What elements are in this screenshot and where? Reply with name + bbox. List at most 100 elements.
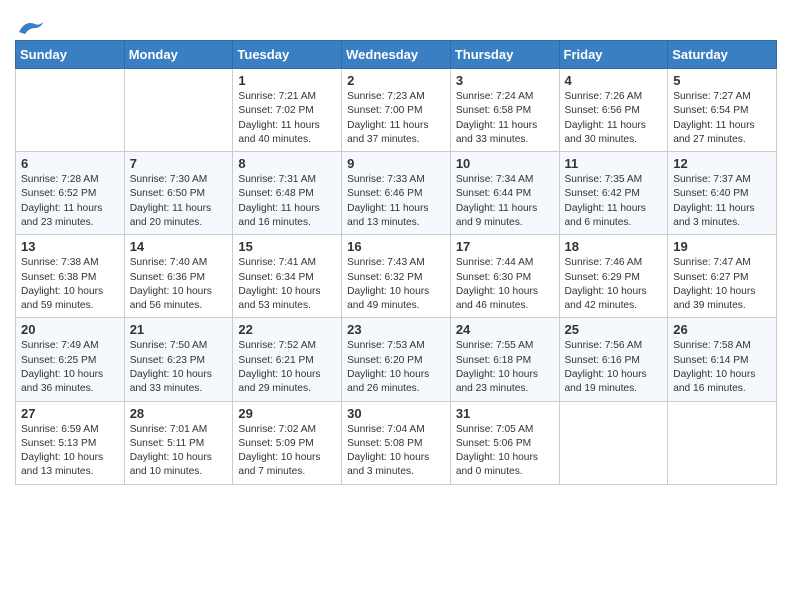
- day-details: Sunrise: 7:52 AM Sunset: 6:21 PM Dayligh…: [238, 339, 336, 396]
- day-details: Sunrise: 7:34 AM Sunset: 6:44 PM Dayligh…: [456, 173, 554, 230]
- day-details: Sunrise: 7:26 AM Sunset: 6:56 PM Dayligh…: [565, 90, 663, 147]
- day-number: 8: [238, 156, 336, 171]
- day-number: 3: [456, 73, 554, 88]
- logo-bird-icon: [17, 16, 45, 38]
- calendar-cell: 4Sunrise: 7:26 AM Sunset: 6:56 PM Daylig…: [559, 69, 668, 152]
- calendar-cell: [16, 69, 125, 152]
- day-details: Sunrise: 7:02 AM Sunset: 5:09 PM Dayligh…: [238, 423, 336, 480]
- day-details: Sunrise: 7:41 AM Sunset: 6:34 PM Dayligh…: [238, 256, 336, 313]
- day-number: 5: [673, 73, 771, 88]
- day-details: Sunrise: 7:56 AM Sunset: 6:16 PM Dayligh…: [565, 339, 663, 396]
- day-number: 20: [21, 322, 119, 337]
- calendar-cell: 6 Sunrise: 7:28 AM Sunset: 6:52 PM Daylig…: [16, 152, 125, 235]
- day-details: Sunrise: 7:01 AM Sunset: 5:11 PM Dayligh…: [130, 423, 228, 480]
- calendar-cell: 3 Sunrise: 7:24 AM Sunset: 6:58 PM Daylig…: [450, 69, 559, 152]
- day-details: Sunrise: 7:21 AM Sunset: 7:02 PM Dayligh…: [238, 90, 336, 147]
- day-details: Sunrise: 7:40 AM Sunset: 6:36 PM Dayligh…: [130, 256, 228, 313]
- day-number: 9: [347, 156, 445, 171]
- day-details: Sunrise: 7:33 AM Sunset: 6:46 PM Dayligh…: [347, 173, 445, 230]
- day-number: 24: [456, 322, 554, 337]
- calendar-week-4: 20 Sunrise: 7:49 AM Sunset: 6:25 PM Dayli…: [16, 318, 777, 401]
- day-details: Sunrise: 7:04 AM Sunset: 5:08 PM Dayligh…: [347, 423, 445, 480]
- calendar-cell: 28 Sunrise: 7:01 AM Sunset: 5:11 PM Dayli…: [124, 401, 233, 484]
- day-number: 25: [565, 322, 663, 337]
- day-details: Sunrise: 7:30 AM Sunset: 6:50 PM Dayligh…: [130, 173, 228, 230]
- calendar-cell: 8 Sunrise: 7:31 AM Sunset: 6:48 PM Daylig…: [233, 152, 342, 235]
- day-details: Sunrise: 6:59 AM Sunset: 5:13 PM Dayligh…: [21, 423, 119, 480]
- day-number: 17: [456, 239, 554, 254]
- weekday-header-wednesday: Wednesday: [342, 41, 451, 69]
- calendar-week-2: 6 Sunrise: 7:28 AM Sunset: 6:52 PM Daylig…: [16, 152, 777, 235]
- weekday-header-sunday: Sunday: [16, 41, 125, 69]
- calendar-cell: 22 Sunrise: 7:52 AM Sunset: 6:21 PM Dayli…: [233, 318, 342, 401]
- calendar-cell: 25 Sunrise: 7:56 AM Sunset: 6:16 PM Dayli…: [559, 318, 668, 401]
- calendar-cell: 16 Sunrise: 7:43 AM Sunset: 6:32 PM Dayli…: [342, 235, 451, 318]
- day-number: 16: [347, 239, 445, 254]
- day-details: Sunrise: 7:24 AM Sunset: 6:58 PM Dayligh…: [456, 90, 554, 147]
- day-number: 2: [347, 73, 445, 88]
- calendar-cell: 9 Sunrise: 7:33 AM Sunset: 6:46 PM Daylig…: [342, 152, 451, 235]
- day-details: Sunrise: 7:27 AM Sunset: 6:54 PM Dayligh…: [673, 90, 771, 147]
- calendar-cell: 29 Sunrise: 7:02 AM Sunset: 5:09 PM Dayli…: [233, 401, 342, 484]
- calendar-cell: 24 Sunrise: 7:55 AM Sunset: 6:18 PM Dayli…: [450, 318, 559, 401]
- day-number: 21: [130, 322, 228, 337]
- weekday-header-row: SundayMondayTuesdayWednesdayThursdayFrid…: [16, 41, 777, 69]
- calendar-week-3: 13 Sunrise: 7:38 AM Sunset: 6:38 PM Dayli…: [16, 235, 777, 318]
- calendar-cell: 18 Sunrise: 7:46 AM Sunset: 6:29 PM Dayli…: [559, 235, 668, 318]
- day-number: 18: [565, 239, 663, 254]
- weekday-header-friday: Friday: [559, 41, 668, 69]
- day-details: Sunrise: 7:55 AM Sunset: 6:18 PM Dayligh…: [456, 339, 554, 396]
- day-number: 14: [130, 239, 228, 254]
- day-number: 6: [21, 156, 119, 171]
- day-details: Sunrise: 7:44 AM Sunset: 6:30 PM Dayligh…: [456, 256, 554, 313]
- day-details: Sunrise: 7:47 AM Sunset: 6:27 PM Dayligh…: [673, 256, 771, 313]
- calendar-cell: 2 Sunrise: 7:23 AM Sunset: 7:00 PM Daylig…: [342, 69, 451, 152]
- day-number: 29: [238, 406, 336, 421]
- day-number: 19: [673, 239, 771, 254]
- day-number: 28: [130, 406, 228, 421]
- day-details: Sunrise: 7:58 AM Sunset: 6:14 PM Dayligh…: [673, 339, 771, 396]
- day-number: 30: [347, 406, 445, 421]
- day-number: 31: [456, 406, 554, 421]
- day-number: 26: [673, 322, 771, 337]
- day-number: 23: [347, 322, 445, 337]
- day-number: 22: [238, 322, 336, 337]
- day-details: Sunrise: 7:35 AM Sunset: 6:42 PM Dayligh…: [565, 173, 663, 230]
- day-details: Sunrise: 7:31 AM Sunset: 6:48 PM Dayligh…: [238, 173, 336, 230]
- day-number: 10: [456, 156, 554, 171]
- calendar-cell: 15Sunrise: 7:41 AM Sunset: 6:34 PM Dayli…: [233, 235, 342, 318]
- calendar-cell: [559, 401, 668, 484]
- calendar-cell: 10 Sunrise: 7:34 AM Sunset: 6:44 PM Dayli…: [450, 152, 559, 235]
- calendar-cell: 17 Sunrise: 7:44 AM Sunset: 6:30 PM Dayli…: [450, 235, 559, 318]
- day-number: 27: [21, 406, 119, 421]
- calendar-cell: 19 Sunrise: 7:47 AM Sunset: 6:27 PM Dayli…: [668, 235, 777, 318]
- day-details: Sunrise: 7:49 AM Sunset: 6:25 PM Dayligh…: [21, 339, 119, 396]
- day-details: Sunrise: 7:23 AM Sunset: 7:00 PM Dayligh…: [347, 90, 445, 147]
- day-number: 11: [565, 156, 663, 171]
- calendar-table: SundayMondayTuesdayWednesdayThursdayFrid…: [15, 40, 777, 485]
- calendar-cell: 20 Sunrise: 7:49 AM Sunset: 6:25 PM Dayli…: [16, 318, 125, 401]
- calendar-cell: 14 Sunrise: 7:40 AM Sunset: 6:36 PM Dayli…: [124, 235, 233, 318]
- page-header: [15, 10, 777, 32]
- calendar-cell: 5 Sunrise: 7:27 AM Sunset: 6:54 PM Daylig…: [668, 69, 777, 152]
- logo: [15, 16, 45, 32]
- weekday-header-tuesday: Tuesday: [233, 41, 342, 69]
- day-details: Sunrise: 7:37 AM Sunset: 6:40 PM Dayligh…: [673, 173, 771, 230]
- calendar-cell: 31Sunrise: 7:05 AM Sunset: 5:06 PM Dayli…: [450, 401, 559, 484]
- calendar-cell: 11 Sunrise: 7:35 AM Sunset: 6:42 PM Dayli…: [559, 152, 668, 235]
- day-details: Sunrise: 7:38 AM Sunset: 6:38 PM Dayligh…: [21, 256, 119, 313]
- weekday-header-monday: Monday: [124, 41, 233, 69]
- calendar-cell: 30 Sunrise: 7:04 AM Sunset: 5:08 PM Dayli…: [342, 401, 451, 484]
- day-number: 12: [673, 156, 771, 171]
- calendar-cell: 1Sunrise: 7:21 AM Sunset: 7:02 PM Daylig…: [233, 69, 342, 152]
- day-details: Sunrise: 7:46 AM Sunset: 6:29 PM Dayligh…: [565, 256, 663, 313]
- day-details: Sunrise: 7:28 AM Sunset: 6:52 PM Dayligh…: [21, 173, 119, 230]
- day-details: Sunrise: 7:43 AM Sunset: 6:32 PM Dayligh…: [347, 256, 445, 313]
- calendar-week-1: 1Sunrise: 7:21 AM Sunset: 7:02 PM Daylig…: [16, 69, 777, 152]
- day-number: 13: [21, 239, 119, 254]
- weekday-header-thursday: Thursday: [450, 41, 559, 69]
- calendar-cell: 7Sunrise: 7:30 AM Sunset: 6:50 PM Daylig…: [124, 152, 233, 235]
- calendar-cell: 26 Sunrise: 7:58 AM Sunset: 6:14 PM Dayli…: [668, 318, 777, 401]
- calendar-cell: 12 Sunrise: 7:37 AM Sunset: 6:40 PM Dayli…: [668, 152, 777, 235]
- weekday-header-saturday: Saturday: [668, 41, 777, 69]
